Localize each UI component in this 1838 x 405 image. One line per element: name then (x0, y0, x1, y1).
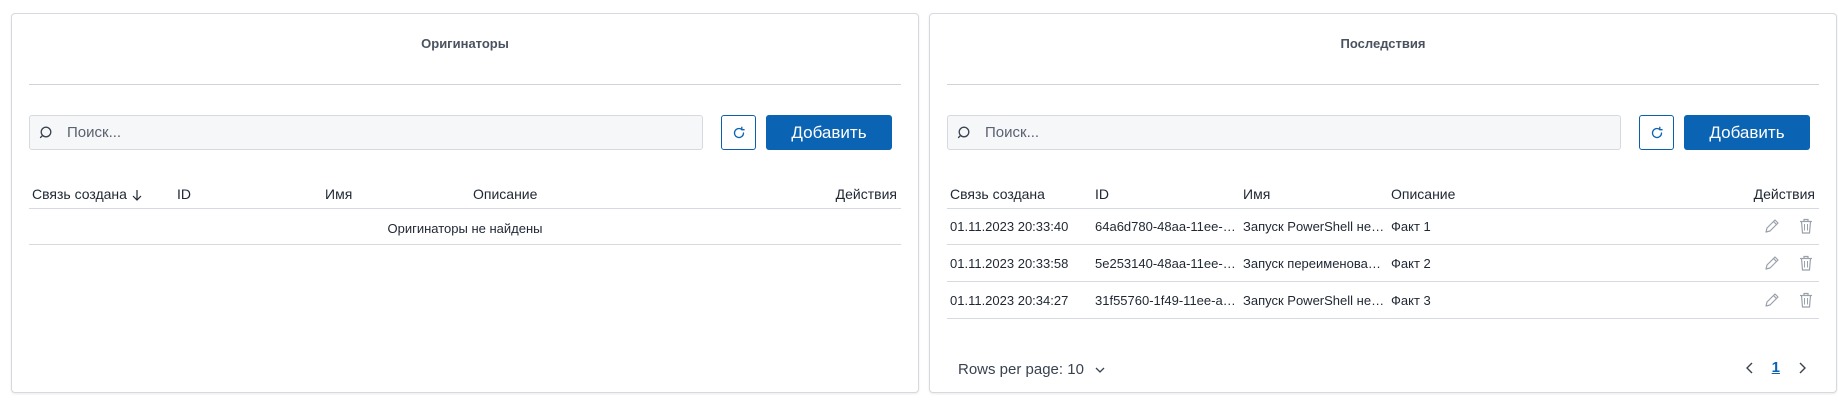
refresh-icon (733, 126, 745, 138)
search-field[interactable] (947, 115, 1621, 150)
chevron-right-icon[interactable] (1796, 361, 1808, 375)
page-number[interactable]: 1 (1772, 359, 1780, 376)
column-header-description[interactable]: Описание (473, 186, 537, 202)
cell-id: 5e253140-48aa-11ee-8bd... (1095, 256, 1237, 271)
cell-created: 01.11.2023 20:33:58 (950, 256, 1069, 271)
divider (29, 84, 901, 85)
add-button[interactable]: Добавить (766, 115, 892, 150)
cell-name: Запуск PowerShell не чер... (1243, 219, 1385, 234)
column-header-name[interactable]: Имя (1243, 186, 1270, 202)
pencil-icon[interactable] (1763, 254, 1781, 272)
panel-title: Последствия (1340, 36, 1426, 51)
cell-created: 01.11.2023 20:33:40 (950, 219, 1069, 234)
consequences-panel: Последствия Добавить Связь создана ID Им… (929, 13, 1837, 393)
cell-description: Факт 3 (1391, 293, 1431, 308)
column-header-id[interactable]: ID (177, 186, 191, 202)
add-button[interactable]: Добавить (1684, 115, 1810, 150)
cell-id: 64a6d780-48aa-11ee-8bd... (1095, 219, 1237, 234)
cell-name: Запуск переименованно... (1243, 256, 1385, 271)
table-header: Связь создана ID Имя Описание Действия (29, 186, 901, 209)
chevron-left-icon[interactable] (1744, 361, 1756, 375)
trash-icon[interactable] (1797, 217, 1815, 235)
trash-icon[interactable] (1797, 254, 1815, 272)
refresh-button[interactable] (1639, 115, 1674, 150)
refresh-icon (1651, 126, 1663, 138)
rows-per-page-label: Rows per page: 10 (958, 361, 1084, 378)
panel-title: Оригинаторы (421, 36, 509, 51)
table-row[interactable]: 01.11.2023 20:33:40 64a6d780-48aa-11ee-8… (947, 208, 1819, 245)
trash-icon[interactable] (1797, 291, 1815, 309)
cell-description: Факт 2 (1391, 256, 1431, 271)
originators-panel: Оригинаторы Добавить Связь создана ID Им… (11, 13, 919, 393)
pencil-icon[interactable] (1763, 217, 1781, 235)
divider (947, 84, 1819, 85)
column-header-name[interactable]: Имя (325, 186, 352, 202)
cell-created: 01.11.2023 20:34:27 (950, 293, 1069, 308)
chevron-down-icon (1095, 367, 1105, 373)
pagination: 1 (1744, 359, 1808, 376)
table-row[interactable]: 01.11.2023 20:33:58 5e253140-48aa-11ee-8… (947, 245, 1819, 282)
column-header-actions: Действия (835, 186, 897, 202)
table-row[interactable]: 01.11.2023 20:34:27 31f55760-1f49-11ee-a… (947, 282, 1819, 319)
arrow-down-icon (132, 190, 142, 202)
table-header: Связь создана ID Имя Описание Действия (947, 186, 1819, 209)
column-header-created[interactable]: Связь создана (32, 186, 143, 202)
cell-id: 31f55760-1f49-11ee-a272... (1095, 293, 1237, 308)
search-input[interactable] (983, 123, 1620, 142)
empty-state: Оригинаторы не найдены (29, 217, 901, 245)
column-header-description[interactable]: Описание (1391, 186, 1455, 202)
cell-name: Запуск PowerShell не чер... (1243, 293, 1385, 308)
search-icon (957, 126, 970, 138)
column-header-id[interactable]: ID (1095, 186, 1109, 202)
search-icon (39, 126, 52, 138)
column-header-created[interactable]: Связь создана (950, 186, 1045, 202)
column-header-actions: Действия (1753, 186, 1815, 202)
rows-per-page-select[interactable]: Rows per page: 10 (958, 361, 1106, 378)
search-input[interactable] (65, 123, 702, 142)
pencil-icon[interactable] (1763, 291, 1781, 309)
cell-description: Факт 1 (1391, 219, 1431, 234)
search-field[interactable] (29, 115, 703, 150)
refresh-button[interactable] (721, 115, 756, 150)
